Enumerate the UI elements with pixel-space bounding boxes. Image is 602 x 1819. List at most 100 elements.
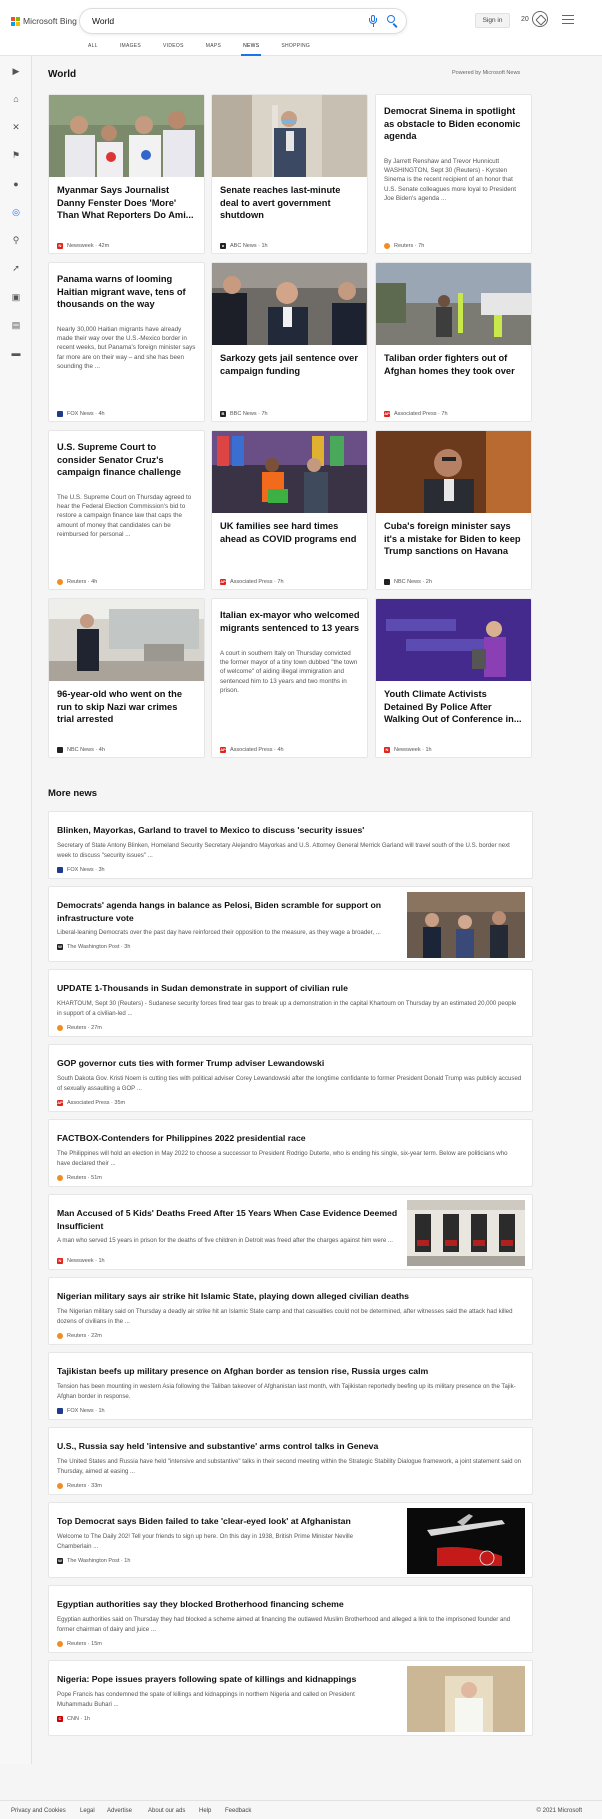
news-card[interactable]: Italian ex-mayor who welcomed migrants s… xyxy=(211,598,368,758)
copyright: © 2021 Microsoft xyxy=(536,1808,582,1814)
item-title[interactable]: Nigeria: Pope issues prayers following s… xyxy=(57,1673,402,1686)
film-icon[interactable]: ▣ xyxy=(11,292,21,302)
crossed-tools-icon[interactable]: ✕ xyxy=(11,122,21,132)
card-title[interactable]: Youth Climate Activists Detained By Poli… xyxy=(384,688,524,726)
item-title[interactable]: Top Democrat says Biden failed to take '… xyxy=(57,1515,402,1528)
item-title[interactable]: FACTBOX-Contenders for Philippines 2022 … xyxy=(57,1132,522,1145)
news-card[interactable]: Myanmar Says Journalist Danny Fenster Do… xyxy=(48,94,205,254)
card-title[interactable]: Taliban order fighters out of Afghan hom… xyxy=(384,352,524,377)
search-tabs: ALL IMAGES VIDEOS MAPS NEWS SHOPPING xyxy=(88,42,332,56)
news-card[interactable]: Senate reaches last-minute deal to avert… xyxy=(211,94,368,254)
fox-news-logo-icon xyxy=(57,411,63,417)
bank-icon[interactable]: ▤ xyxy=(11,320,21,330)
microphone-icon[interactable] xyxy=(368,14,378,28)
news-card[interactable]: 96-year-old who went on the run to skip … xyxy=(48,598,205,758)
news-card[interactable]: Sarkozy gets jail sentence over campaign… xyxy=(211,262,368,422)
newsweek-logo-icon: N xyxy=(57,243,63,249)
card-title[interactable]: 96-year-old who went on the run to skip … xyxy=(57,688,197,726)
tab-all[interactable]: ALL xyxy=(88,42,98,56)
more-news-item[interactable]: Man Accused of 5 Kids' Deaths Freed Afte… xyxy=(48,1194,533,1270)
item-title[interactable]: Man Accused of 5 Kids' Deaths Freed Afte… xyxy=(57,1207,402,1232)
card-title[interactable]: U.S. Supreme Court to consider Senator C… xyxy=(57,441,197,479)
item-title[interactable]: UPDATE 1-Thousands in Sudan demonstrate … xyxy=(57,982,522,995)
bing-logo[interactable]: Microsoft Bing xyxy=(11,15,77,27)
footer-link-feedback[interactable]: Feedback xyxy=(225,1808,251,1814)
reuters-logo-icon xyxy=(57,1483,63,1489)
tab-shopping[interactable]: SHOPPING xyxy=(281,42,310,56)
more-news-item[interactable]: Top Democrat says Biden failed to take '… xyxy=(48,1502,533,1578)
card-description: Nearly 30,000 Haitian migrants have alre… xyxy=(57,326,196,370)
rocket-icon[interactable]: ➚ xyxy=(11,263,21,273)
more-news-item[interactable]: Nigerian military says air strike hit Is… xyxy=(48,1277,533,1345)
item-description: KHARTOUM, Sept 30 (Reuters) - Sudanese s… xyxy=(57,1000,517,1017)
news-card[interactable]: Panama warns of looming Haitian migrant … xyxy=(48,262,205,422)
news-image xyxy=(49,599,204,681)
item-title[interactable]: Egyptian authorities say they blocked Br… xyxy=(57,1598,522,1611)
card-title[interactable]: UK families see hard times ahead as COVI… xyxy=(220,520,360,545)
home-icon[interactable]: ⌂ xyxy=(11,94,21,104)
more-news-title: More news xyxy=(48,788,98,799)
card-title[interactable]: Cuba's foreign minister says it's a mist… xyxy=(384,520,524,558)
news-card[interactable]: Democrat Sinema in spotlight as obstacle… xyxy=(375,94,532,254)
sign-in-button[interactable]: Sign in xyxy=(475,13,510,28)
page-footer: Privacy and Cookies Legal Advertise Abou… xyxy=(0,1800,602,1819)
news-image xyxy=(212,263,367,345)
item-title[interactable]: Democrats' agenda hangs in balance as Pe… xyxy=(57,899,402,924)
hamburger-menu-icon[interactable] xyxy=(562,15,574,25)
card-title[interactable]: Democrat Sinema in spotlight as obstacle… xyxy=(384,105,524,143)
microscope-icon[interactable]: ⚲ xyxy=(11,235,21,245)
more-news-item[interactable]: Egyptian authorities say they blocked Br… xyxy=(48,1585,533,1653)
card-icon[interactable]: ▬ xyxy=(11,348,21,358)
footer-link-advertise[interactable]: Advertise xyxy=(107,1808,132,1814)
news-image xyxy=(376,263,531,345)
tab-maps[interactable]: MAPS xyxy=(206,42,221,56)
item-title[interactable]: GOP governor cuts ties with former Trump… xyxy=(57,1057,522,1070)
tab-images[interactable]: IMAGES xyxy=(120,42,141,56)
more-news-item[interactable]: GOP governor cuts ties with former Trump… xyxy=(48,1044,533,1112)
tab-videos[interactable]: VIDEOS xyxy=(163,42,184,56)
item-title[interactable]: Tajikistan beefs up military presence on… xyxy=(57,1365,522,1378)
item-title[interactable]: Blinken, Mayorkas, Garland to travel to … xyxy=(57,824,522,837)
nbc-news-logo-icon xyxy=(384,579,390,585)
washington-post-logo-icon: W xyxy=(57,1558,63,1564)
more-news-item[interactable]: Blinken, Mayorkas, Garland to travel to … xyxy=(48,811,533,879)
chevron-right-icon[interactable]: ▶ xyxy=(11,66,21,76)
footer-link-help[interactable]: Help xyxy=(199,1808,211,1814)
tab-news[interactable]: NEWS xyxy=(241,42,262,56)
card-title[interactable]: Sarkozy gets jail sentence over campaign… xyxy=(220,352,360,377)
item-source: N Newsweek · 1h xyxy=(57,1258,105,1264)
more-news-item[interactable]: UPDATE 1-Thousands in Sudan demonstrate … xyxy=(48,969,533,1037)
card-title[interactable]: Panama warns of looming Haitian migrant … xyxy=(57,273,197,311)
more-news-item[interactable]: Tajikistan beefs up military presence on… xyxy=(48,1352,533,1420)
item-source: FOX News · 1h xyxy=(57,1408,105,1414)
news-card[interactable]: Cuba's foreign minister says it's a mist… xyxy=(375,430,532,590)
search-input[interactable] xyxy=(92,14,332,28)
flag-icon[interactable]: ⚑ xyxy=(11,150,21,160)
globe-icon[interactable]: ◎ xyxy=(11,207,21,217)
more-news-item[interactable]: Nigeria: Pope issues prayers following s… xyxy=(48,1660,533,1736)
ap-logo-icon: AP xyxy=(384,411,390,417)
news-card[interactable]: Youth Climate Activists Detained By Poli… xyxy=(375,598,532,758)
card-title[interactable]: Myanmar Says Journalist Danny Fenster Do… xyxy=(57,184,197,222)
item-description: Liberal-leaning Democrats over the past … xyxy=(57,929,381,936)
footer-link-about-ads[interactable]: About our ads xyxy=(148,1808,185,1814)
news-card[interactable]: UK families see hard times ahead as COVI… xyxy=(211,430,368,590)
rewards-count[interactable]: 20 xyxy=(521,16,529,23)
rewards-icon[interactable] xyxy=(532,11,548,27)
footer-link-legal[interactable]: Legal xyxy=(80,1808,95,1814)
news-card[interactable]: Taliban order fighters out of Afghan hom… xyxy=(375,262,532,422)
location-pin-icon[interactable]: ● xyxy=(11,179,21,189)
item-title[interactable]: Nigerian military says air strike hit Is… xyxy=(57,1290,522,1303)
more-news-item[interactable]: Democrats' agenda hangs in balance as Pe… xyxy=(48,886,533,962)
card-source: NBC News · 4h xyxy=(57,747,105,753)
item-description: South Dakota Gov. Kristi Noem is cutting… xyxy=(57,1075,522,1092)
card-title[interactable]: Senate reaches last-minute deal to avert… xyxy=(220,184,360,222)
search-icon[interactable] xyxy=(386,14,400,28)
news-card[interactable]: U.S. Supreme Court to consider Senator C… xyxy=(48,430,205,590)
card-title[interactable]: Italian ex-mayor who welcomed migrants s… xyxy=(220,609,360,634)
more-news-item[interactable]: U.S., Russia say held 'intensive and sub… xyxy=(48,1427,533,1495)
item-title[interactable]: U.S., Russia say held 'intensive and sub… xyxy=(57,1440,522,1453)
footer-link-privacy[interactable]: Privacy and Cookies xyxy=(11,1808,66,1814)
more-news-item[interactable]: FACTBOX-Contenders for Philippines 2022 … xyxy=(48,1119,533,1187)
powered-by[interactable]: Powered by Microsoft News xyxy=(452,70,520,76)
